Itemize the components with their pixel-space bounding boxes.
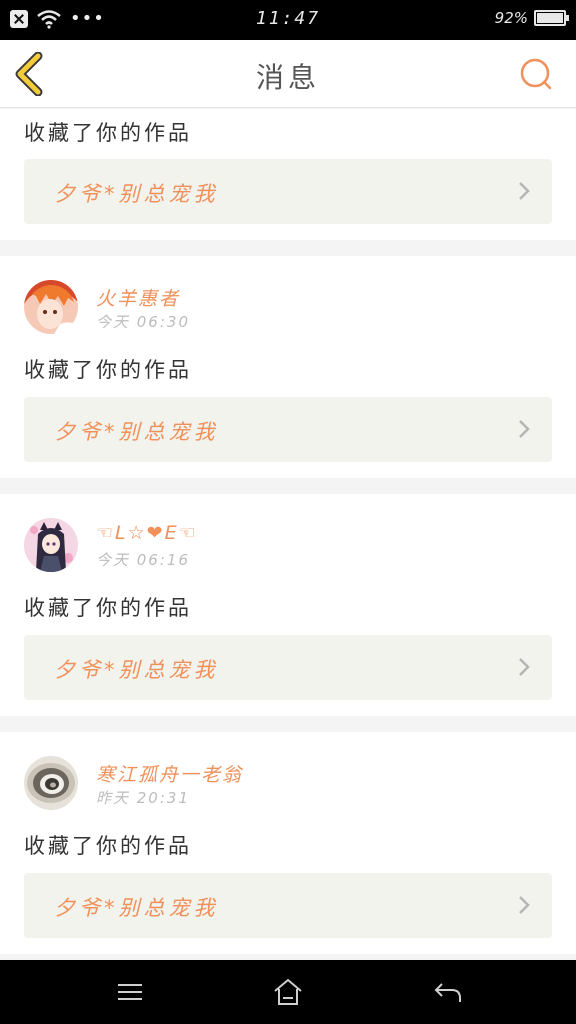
message-action: 收藏了你的作品 xyxy=(24,596,192,620)
work-link[interactable]: 夕爷*别总宠我 xyxy=(24,397,552,462)
message-time: 今天 06:16 xyxy=(96,551,190,569)
message-card: 收藏了你的作品 夕爷*别总宠我 xyxy=(0,109,576,240)
battery-icon xyxy=(534,10,569,26)
home-icon[interactable] xyxy=(272,976,304,1008)
chevron-right-icon xyxy=(519,896,530,914)
work-link[interactable]: 夕爷*别总宠我 xyxy=(24,873,552,938)
header: 消息 xyxy=(0,40,576,108)
message-time: 昨天 20:31 xyxy=(96,789,190,807)
search-button[interactable] xyxy=(518,56,554,92)
message-card: ☜L☆❤E☜ 今天 06:16 收藏了你的作品 夕爷*别总宠我 xyxy=(0,494,576,716)
work-link[interactable]: 夕爷*别总宠我 xyxy=(24,159,552,224)
chevron-right-icon xyxy=(519,658,530,676)
user-name[interactable]: 火羊惠者 xyxy=(96,284,180,311)
work-title: 夕爷*别总宠我 xyxy=(54,182,219,206)
message-time: 今天 06:30 xyxy=(96,313,190,331)
message-card: 寒江孤舟一老翁 昨天 20:31 收藏了你的作品 夕爷*别总宠我 xyxy=(0,732,576,954)
work-title: 夕爷*别总宠我 xyxy=(54,420,219,444)
chevron-right-icon xyxy=(519,420,530,438)
system-nav-bar xyxy=(0,960,576,1024)
avatar[interactable] xyxy=(24,518,78,572)
user-name[interactable]: ☜L☆❤E☜ xyxy=(96,522,198,544)
work-title: 夕爷*别总宠我 xyxy=(54,896,219,920)
status-time: 11:47 xyxy=(255,8,321,29)
page-title: 消息 xyxy=(255,61,320,94)
status-bar: ••• 11:47 92% xyxy=(0,0,576,40)
message-card: 火羊惠者 今天 06:30 收藏了你的作品 夕爷*别总宠我 xyxy=(0,256,576,478)
message-action: 收藏了你的作品 xyxy=(24,358,192,382)
user-name[interactable]: 寒江孤舟一老翁 xyxy=(96,760,243,787)
message-action: 收藏了你的作品 xyxy=(24,121,192,145)
chevron-right-icon xyxy=(519,182,530,200)
work-link[interactable]: 夕爷*别总宠我 xyxy=(24,635,552,700)
back-arrow-icon[interactable] xyxy=(432,976,464,1008)
avatar[interactable] xyxy=(24,280,78,334)
status-right: 92% xyxy=(494,9,569,27)
message-action: 收藏了你的作品 xyxy=(24,834,192,858)
battery-percent: 92% xyxy=(494,9,528,27)
work-title: 夕爷*别总宠我 xyxy=(54,658,219,682)
menu-icon[interactable] xyxy=(114,976,146,1008)
message-list[interactable]: 收藏了你的作品 夕爷*别总宠我 火羊惠者 今天 06:30 收藏了你的作品 夕爷… xyxy=(0,109,576,960)
avatar[interactable] xyxy=(24,756,78,810)
